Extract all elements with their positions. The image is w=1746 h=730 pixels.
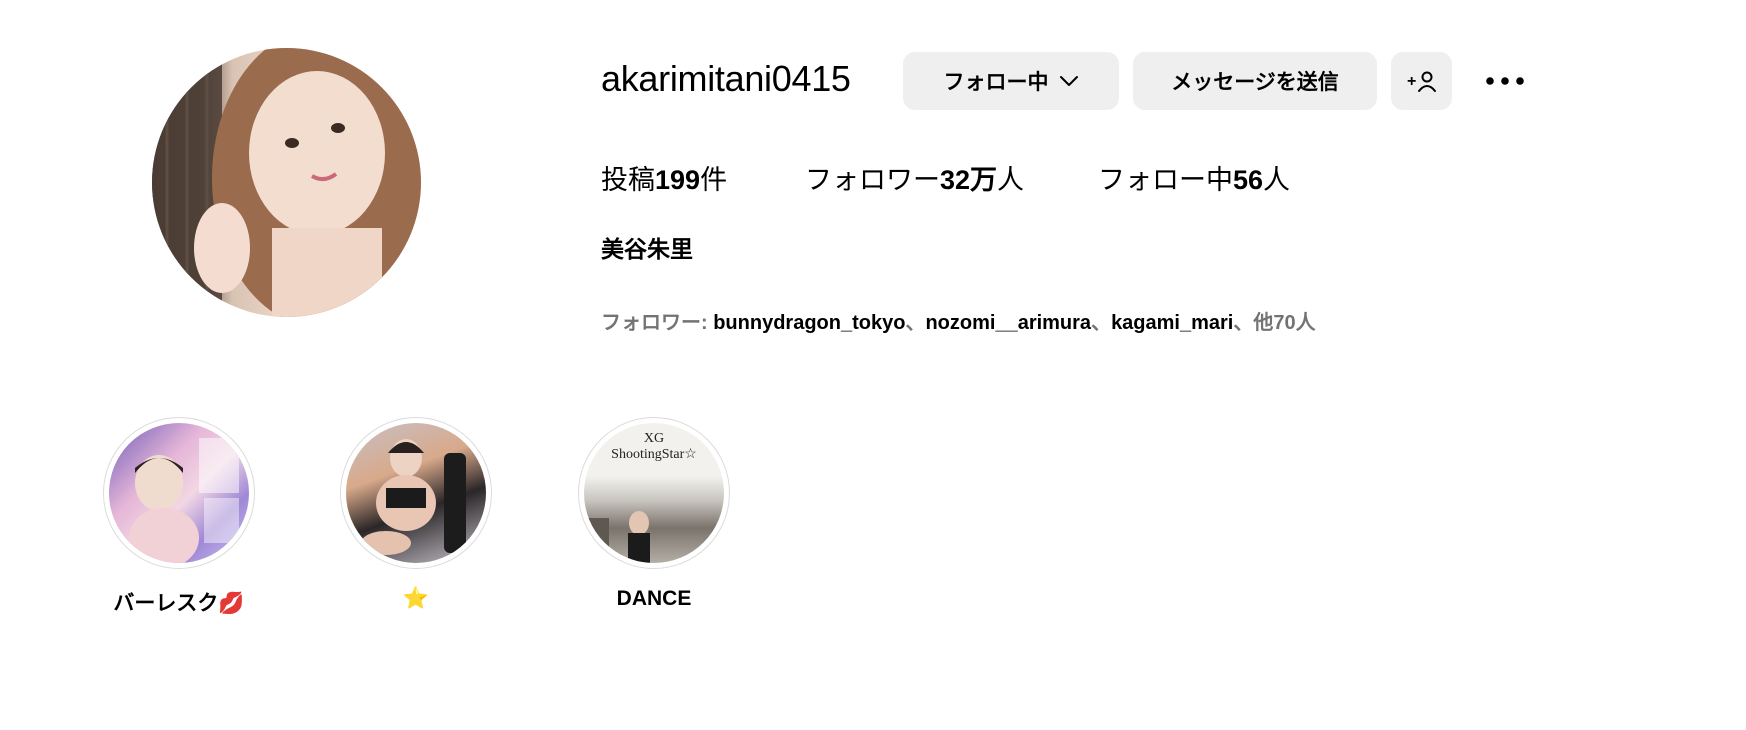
highlight-cover-image (346, 423, 486, 563)
highlight-label: ⭐ (402, 587, 430, 610)
highlight-label: DANCE (616, 587, 692, 610)
followers-value: 32万 (940, 165, 998, 195)
followers-link[interactable]: フォロワー32万人 (805, 158, 1024, 197)
following-value: 56 (1233, 165, 1264, 195)
more-dots-icon (1486, 77, 1524, 85)
followers-prefix: フォロワー (805, 165, 940, 195)
highlight-cover-art (361, 439, 466, 555)
posts-count: 投稿199件 (601, 158, 727, 197)
following-button[interactable]: フォロー中 (903, 52, 1119, 110)
posts-suffix: 件 (700, 165, 728, 195)
profile-avatar[interactable] (152, 48, 421, 317)
suggest-accounts-button[interactable]: + (1391, 52, 1452, 110)
followed-by-separator: 、 (1091, 312, 1112, 334)
highlight-label: バーレスク💋 (113, 592, 245, 615)
highlight-ring (340, 417, 492, 569)
following-suffix: 人 (1263, 165, 1291, 195)
followed-by-account[interactable]: bunnydragon_tokyo (713, 312, 905, 334)
story-highlight[interactable]: バーレスク💋 (102, 417, 256, 617)
followed-by-account[interactable]: kagami_mari (1111, 312, 1233, 334)
profile-username: akarimitani0415 (601, 58, 851, 99)
highlight-cover-art (584, 511, 650, 563)
chevron-down-icon (1059, 76, 1078, 86)
following-prefix: フォロー中 (1098, 165, 1233, 195)
profile-full-name: 美谷朱里 (601, 236, 693, 262)
posts-value: 199 (655, 165, 701, 195)
send-message-button[interactable]: メッセージを送信 (1133, 52, 1377, 110)
followed-by-separator: 、 (1233, 312, 1254, 334)
posts-prefix: 投稿 (601, 165, 655, 195)
highlight-ring (103, 417, 255, 569)
more-options-button[interactable] (1480, 62, 1530, 100)
highlight-ring: XG ShootingStar☆ (578, 417, 730, 569)
followed-by-more[interactable]: 他70人 (1253, 312, 1315, 334)
followed-by-separator: 、 (905, 312, 926, 334)
send-message-label: メッセージを送信 (1171, 71, 1339, 94)
highlight-cover-image: XG ShootingStar☆ (584, 423, 724, 563)
followed-by-prefix: フォロワー: (601, 312, 714, 334)
story-highlight[interactable]: ⭐ (339, 417, 493, 611)
following-link[interactable]: フォロー中56人 (1098, 158, 1290, 197)
profile-photo (152, 48, 421, 317)
story-highlight[interactable]: XG ShootingStar☆ DANCE (577, 417, 731, 611)
highlight-cover-image (109, 423, 249, 563)
following-button-label: フォロー中 (943, 71, 1049, 94)
svg-text:+: + (1407, 73, 1416, 90)
highlight-cover-art (129, 438, 239, 563)
followed-by: フォロワー: bunnydragon_tokyo、nozomi__arimura… (601, 306, 1316, 335)
followers-suffix: 人 (997, 165, 1025, 195)
add-user-icon: + (1407, 71, 1436, 92)
followed-by-account[interactable]: nozomi__arimura (925, 312, 1091, 334)
